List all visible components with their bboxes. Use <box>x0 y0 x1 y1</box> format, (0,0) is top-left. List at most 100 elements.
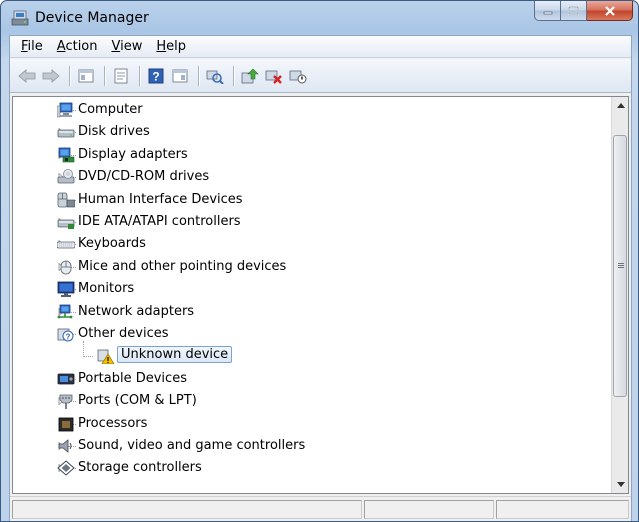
status-pane-main <box>12 500 362 519</box>
close-icon <box>604 5 615 16</box>
device-manager-window: Device Manager File Action View Help ? C… <box>0 0 639 522</box>
tree-category-item[interactable]: Processors <box>58 413 396 435</box>
maximize-button[interactable] <box>561 1 587 21</box>
menu-bar: File Action View Help <box>10 36 631 58</box>
tree-item-label: Human Interface Devices <box>78 191 243 207</box>
tree-category-item[interactable]: Portable Devices <box>57 368 396 390</box>
sound-icon <box>57 438 75 454</box>
status-pane-2 <box>364 500 494 519</box>
portable-device-icon <box>57 371 75 387</box>
tree-item-label: Unknown device <box>117 346 233 364</box>
tree-category-item[interactable]: Computer <box>56 99 396 121</box>
scroll-thumb[interactable] <box>613 135 627 397</box>
device-tree[interactable]: Computer Disk drives Display adapters DVD/C… <box>12 96 629 494</box>
show-hide-console-tree-button[interactable] <box>75 65 97 87</box>
client-area: File Action View Help ? Computer Disk dr… <box>9 35 632 521</box>
scroll-grip <box>618 265 624 266</box>
tree-connector <box>83 341 84 358</box>
toolbar-separator <box>104 65 105 86</box>
tree-item-label: Portable Devices <box>78 370 187 386</box>
tree-category-item[interactable]: Display adapters <box>58 144 396 166</box>
ide-controller-icon <box>57 214 75 230</box>
tree-item-label: Mice and other pointing devices <box>78 258 287 274</box>
show-action-pane-button[interactable] <box>169 65 191 87</box>
menu-file[interactable]: File <box>14 39 50 54</box>
scroll-grip <box>618 267 624 268</box>
vertical-scrollbar[interactable] <box>611 97 628 493</box>
minimize-icon <box>543 11 552 14</box>
toolbar-separator <box>198 65 199 86</box>
display-adapter-icon <box>57 147 75 163</box>
tree-category-item[interactable]: Human Interface Devices <box>57 189 396 211</box>
dvd-drive-icon <box>57 169 75 185</box>
uninstall-icon <box>265 70 282 84</box>
back-arrow-icon <box>18 68 36 83</box>
device-tree-list: Computer Disk drives Display adapters DVD/C… <box>13 97 611 493</box>
toolbar-separator <box>69 65 70 86</box>
tree-category-item[interactable]: Ports (COM & LPT) <box>59 390 396 412</box>
show-action-pane-icon <box>172 69 188 82</box>
tree-item-label: Network adapters <box>78 303 195 319</box>
disable-device-icon <box>289 70 307 83</box>
computer-icon <box>56 102 75 118</box>
mouse-icon <box>57 259 75 275</box>
network-adapter-icon <box>57 304 75 320</box>
tree-category-item[interactable]: Monitors <box>57 278 396 300</box>
scroll-down-button[interactable] <box>612 476 629 493</box>
disk-drive-icon <box>57 124 75 140</box>
tree-category-item[interactable]: Keyboards <box>56 233 396 255</box>
disable-device-button[interactable] <box>287 65 309 87</box>
tree-item-label: Storage controllers <box>78 460 202 476</box>
tree-item-label: Disk drives <box>78 124 150 140</box>
menu-help[interactable]: Help <box>149 39 193 54</box>
scroll-up-button[interactable] <box>612 97 629 114</box>
tree-child-item[interactable]: Unknown device <box>97 345 433 367</box>
tree-category-item[interactable]: ? Other devices <box>57 323 396 345</box>
forward-button[interactable] <box>40 65 62 87</box>
scan-hardware-button[interactable] <box>204 65 226 87</box>
tree-item-label: Ports (COM & LPT) <box>78 393 197 409</box>
properties-button[interactable] <box>110 65 132 87</box>
title-bar[interactable]: Device Manager <box>1 1 638 35</box>
hid-icon <box>57 192 76 208</box>
tree-category-item[interactable]: Network adapters <box>57 301 396 323</box>
tree-item-label: Computer <box>78 102 143 117</box>
toolbar-separator <box>139 65 140 86</box>
close-button[interactable] <box>587 1 633 21</box>
tree-category-item[interactable]: Sound, video and game controllers <box>58 435 396 457</box>
unknown-device-warning-icon <box>97 348 115 365</box>
scroll-down-arrow-icon <box>616 482 625 487</box>
update-driver-button[interactable] <box>239 65 261 87</box>
tree-category-item[interactable]: Mice and other pointing devices <box>60 256 396 278</box>
tree-item-label: Display adapters <box>78 146 188 162</box>
forward-arrow-icon <box>42 68 60 83</box>
monitor-icon <box>57 281 75 298</box>
window-title: Device Manager <box>35 10 149 26</box>
tree-item-label: IDE ATA/ATAPI controllers <box>78 214 241 229</box>
processor-icon <box>57 416 75 432</box>
tree-category-item[interactable]: DVD/CD-ROM drives <box>57 166 396 188</box>
caption-buttons <box>534 1 633 21</box>
tree-category-item[interactable]: IDE ATA/ATAPI controllers <box>57 211 396 233</box>
tree-item-label: Other devices <box>78 326 169 341</box>
scroll-grip <box>618 263 624 264</box>
keyboard-icon <box>56 236 76 252</box>
toolbar: ? <box>10 59 631 93</box>
tree-connector <box>83 356 93 358</box>
show-hide-console-tree-icon <box>78 69 94 82</box>
device-manager-icon <box>11 10 29 26</box>
help-icon: ? <box>148 68 164 83</box>
tree-category-item[interactable]: Storage controllers <box>57 457 396 479</box>
maximize-icon <box>568 6 579 15</box>
back-button[interactable] <box>16 65 38 87</box>
menu-view[interactable]: View <box>105 39 150 54</box>
properties-icon <box>114 68 128 83</box>
help-button[interactable]: ? <box>145 65 167 87</box>
other-devices-icon: ? <box>57 326 75 342</box>
uninstall-button[interactable] <box>263 65 285 87</box>
toolbar-separator <box>233 65 234 86</box>
minimize-button[interactable] <box>534 1 561 21</box>
status-bar <box>10 496 631 521</box>
menu-action[interactable]: Action <box>50 39 105 54</box>
tree-category-item[interactable]: Disk drives <box>57 121 396 143</box>
